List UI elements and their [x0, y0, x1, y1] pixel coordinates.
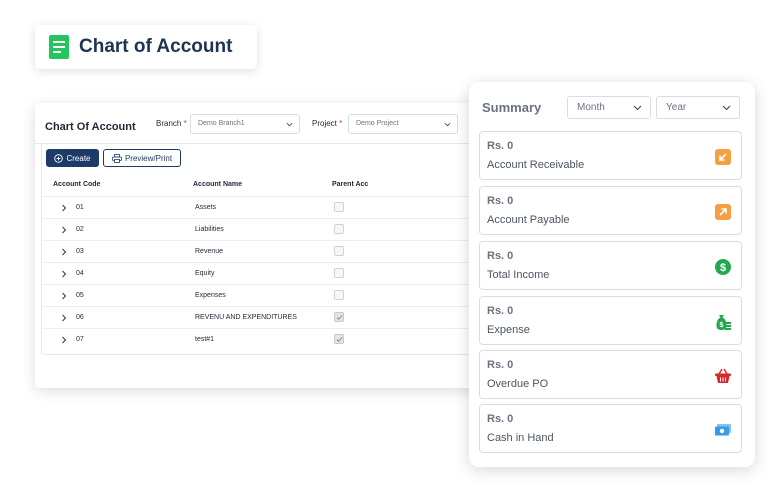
summary-card-account-receivable[interactable]: Rs. 0 Account Receivable — [479, 131, 742, 180]
table-row[interactable]: 07 test#1 — [41, 328, 505, 350]
account-name: Assets — [195, 204, 217, 211]
arrow-down-left-icon — [715, 149, 731, 165]
check-icon — [336, 336, 343, 343]
parent-acc-checkbox[interactable] — [334, 224, 344, 234]
chevron-down-icon — [286, 122, 293, 127]
year-select[interactable]: Year — [656, 96, 740, 119]
table-row[interactable]: 05 Expenses — [41, 284, 505, 306]
table-row[interactable]: 04 Equity — [41, 262, 505, 284]
printer-icon — [112, 153, 122, 163]
card-amount: Rs. 0 — [487, 250, 514, 262]
column-header-account-name: Account Name — [193, 181, 243, 188]
svg-text:$: $ — [720, 262, 726, 274]
cash-icon — [715, 424, 731, 436]
summary-card-expense[interactable]: Rs. 0 Expense $ — [479, 296, 742, 345]
chevron-down-icon — [633, 105, 642, 111]
create-button[interactable]: Create — [46, 149, 99, 167]
account-code: 07 — [76, 336, 84, 343]
summary-title: Summary — [482, 100, 542, 115]
chevron-down-icon — [444, 122, 451, 127]
parent-acc-checkbox[interactable] — [334, 202, 344, 212]
chevron-right-icon[interactable] — [61, 248, 67, 256]
money-bag-icon: $ — [716, 315, 731, 330]
card-label: Account Payable — [487, 214, 570, 226]
summary-panel: Summary Month Year Rs. 0 Account Receiva… — [469, 82, 755, 467]
account-code: 01 — [76, 204, 84, 211]
parent-acc-checkbox[interactable] — [334, 246, 344, 256]
project-label: Project * — [312, 119, 343, 128]
account-name: test#1 — [195, 336, 215, 343]
document-icon — [49, 35, 69, 59]
chevron-right-icon[interactable] — [61, 204, 67, 212]
chevron-right-icon[interactable] — [61, 336, 67, 344]
account-name: REVENU AND EXPENDITURES — [195, 314, 297, 321]
card-label: Cash in Hand — [487, 432, 554, 444]
parent-acc-checkbox[interactable] — [334, 312, 344, 322]
card-label: Overdue PO — [487, 378, 549, 390]
column-header-account-code: Account Code — [53, 181, 101, 188]
account-name: Expenses — [195, 292, 226, 299]
account-code: 04 — [76, 270, 84, 277]
plus-circle-icon — [54, 153, 64, 163]
chevron-right-icon[interactable] — [61, 292, 67, 300]
account-code: 02 — [76, 226, 84, 233]
summary-card-total-income[interactable]: Rs. 0 Total Income $ — [479, 241, 742, 290]
dollar-coin-icon: $ — [715, 259, 731, 275]
page: Chart of Account Chart Of Account Branch… — [0, 0, 780, 490]
svg-text:$: $ — [720, 322, 724, 329]
card-amount: Rs. 0 — [487, 195, 514, 207]
preview-print-label: Preview/Print — [124, 153, 173, 163]
table-row[interactable]: 06 REVENU AND EXPENDITURES — [41, 306, 505, 328]
branch-select[interactable]: Demo Branch1 — [190, 114, 300, 134]
check-icon — [336, 314, 343, 321]
page-title: Chart of Account — [79, 36, 233, 57]
chevron-right-icon[interactable] — [61, 226, 67, 234]
column-header-parent-acc: Parent Acc — [332, 181, 369, 188]
summary-card-account-payable[interactable]: Rs. 0 Account Payable — [479, 186, 742, 235]
preview-print-button[interactable]: Preview/Print — [103, 149, 181, 167]
account-name: Revenue — [195, 248, 224, 255]
create-button-label: Create — [66, 153, 91, 163]
card-label: Expense — [487, 324, 530, 336]
account-code: 03 — [76, 248, 84, 255]
summary-card-cash-in-hand[interactable]: Rs. 0 Cash in Hand — [479, 404, 742, 453]
account-name: Liabilities — [195, 226, 224, 233]
account-name: Equity — [195, 270, 215, 277]
parent-acc-checkbox[interactable] — [334, 268, 344, 278]
card-amount: Rs. 0 — [487, 305, 514, 317]
card-amount: Rs. 0 — [487, 413, 514, 425]
branch-label: Branch * — [156, 119, 187, 128]
chart-of-account-panel: Chart Of Account Branch * Demo Branch1 P… — [35, 103, 505, 388]
card-amount: Rs. 0 — [487, 359, 514, 371]
chevron-down-icon — [722, 105, 731, 111]
arrow-up-right-icon — [715, 204, 731, 220]
chevron-right-icon[interactable] — [61, 314, 67, 322]
page-title-badge: Chart of Account — [35, 25, 257, 69]
table-row[interactable]: 03 Revenue — [41, 240, 505, 262]
account-code: 06 — [76, 314, 84, 321]
summary-card-overdue-po[interactable]: Rs. 0 Overdue PO — [479, 350, 742, 399]
basket-icon — [715, 368, 731, 383]
card-label: Total Income — [487, 269, 550, 281]
card-amount: Rs. 0 — [487, 140, 514, 152]
chevron-right-icon[interactable] — [61, 270, 67, 278]
parent-acc-checkbox[interactable] — [334, 334, 344, 344]
table-row[interactable]: 02 Liabilities — [41, 218, 505, 240]
parent-acc-checkbox[interactable] — [334, 290, 344, 300]
project-select[interactable]: Demo Project — [348, 114, 458, 134]
table-row[interactable]: 01 Assets — [41, 196, 505, 218]
account-code: 05 — [76, 292, 84, 299]
month-select[interactable]: Month — [567, 96, 651, 119]
card-label: Account Receivable — [487, 159, 585, 171]
panel-title: Chart Of Account — [45, 121, 136, 133]
